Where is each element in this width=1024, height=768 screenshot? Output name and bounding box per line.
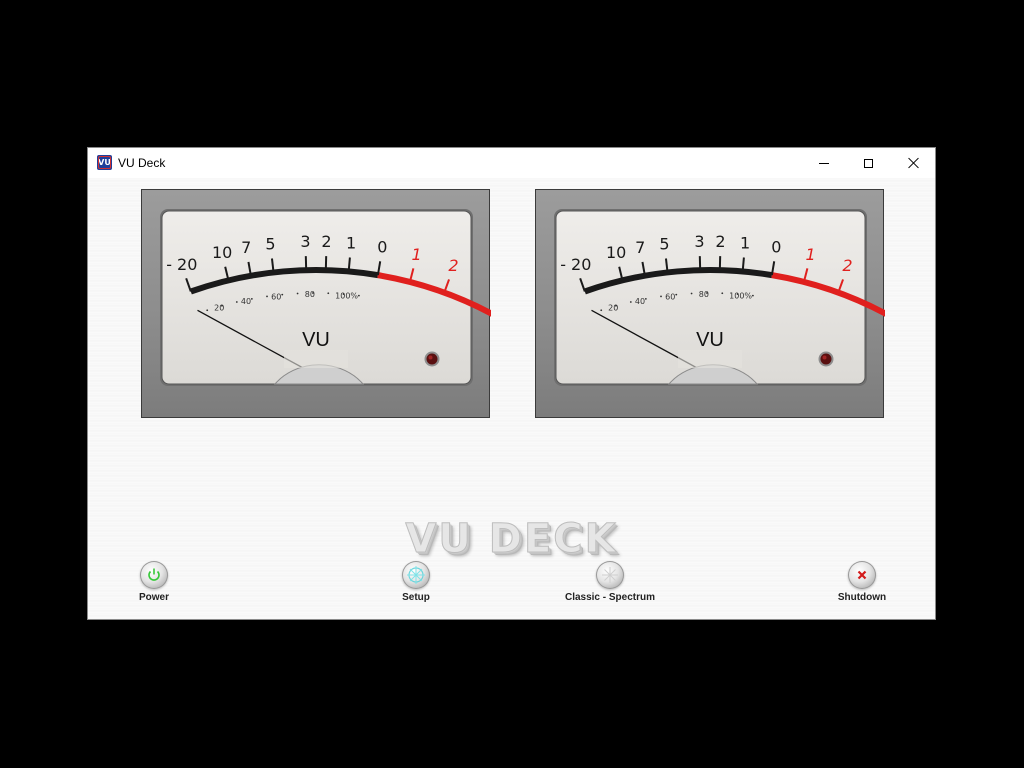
db-scale-label: 10 (606, 243, 626, 262)
db-scale-label: 5 (265, 235, 275, 254)
app-logo: VU DECK (405, 516, 618, 563)
percent-dot (266, 295, 268, 298)
percent-dot (675, 293, 678, 296)
percent-dot (296, 292, 299, 295)
percent-dot (312, 292, 314, 294)
percent-dot (721, 292, 724, 295)
db-scale-label: 10 (212, 243, 232, 262)
db-scale-label: 2 (842, 256, 852, 275)
minimize-icon (818, 162, 829, 164)
classic-spectrum-label: Classic - Spectrum (564, 592, 656, 603)
percent-dot (327, 292, 330, 295)
minimize-button[interactable] (801, 148, 846, 178)
percent-dot (706, 292, 708, 294)
shutdown-label: Shutdown (837, 592, 887, 603)
db-scale-label: 7 (635, 238, 645, 257)
vu-meter-right: - 2010753210123+20406080100%VU (535, 189, 885, 418)
percent-dot (644, 297, 647, 300)
maximize-button[interactable] (846, 148, 891, 178)
power-label: Power (138, 592, 169, 603)
setup-knob[interactable] (402, 561, 430, 589)
percent-scale-label: 80 (699, 290, 709, 299)
percent-dot (629, 301, 632, 303)
vu-meter-left: - 2010753210123+20406080100%VU (141, 189, 491, 418)
client-area: - 2010753210123+20406080100%VU - 2010753… (88, 178, 935, 619)
power-button[interactable]: Power (94, 561, 214, 603)
app-window: VU VU Deck - 2010753210123+20406080100%V… (87, 147, 936, 620)
power-icon (148, 568, 160, 581)
percent-dot (660, 295, 662, 298)
shutdown-knob[interactable] (848, 561, 876, 589)
close-button[interactable] (891, 148, 936, 178)
percent-scale-label: 40 (635, 297, 645, 306)
db-scale-label: 2 (321, 232, 331, 251)
db-scale-label: - 20 (166, 255, 197, 274)
db-scale-label: 3 (694, 232, 704, 251)
db-scale-label: 5 (659, 235, 669, 254)
classic-spectrum-button[interactable]: Classic - Spectrum (550, 561, 670, 603)
spectrum-icon (602, 567, 618, 583)
db-scale-label: 1 (412, 245, 422, 264)
percent-dot (206, 309, 209, 312)
db-scale-label: 7 (241, 238, 251, 257)
db-scale-label: 1 (346, 234, 356, 253)
db-scale-label: 2 (448, 256, 458, 275)
peak-led (424, 351, 440, 367)
percent-scale-label: 20 (214, 304, 224, 313)
classic-spectrum-knob[interactable] (596, 561, 624, 589)
db-scale-label: - 20 (560, 255, 591, 274)
db-scale-label: 0 (377, 238, 387, 257)
percent-dot (357, 294, 360, 297)
setup-button[interactable]: Setup (356, 561, 476, 603)
percent-dot (342, 293, 345, 295)
setup-icon (407, 566, 425, 584)
percent-scale-label: 100% (335, 291, 358, 300)
percent-scale-label: 20 (608, 304, 618, 313)
close-icon (908, 157, 920, 169)
db-scale-label: 0 (771, 238, 781, 257)
percent-dot (221, 304, 223, 307)
scale-tick (347, 257, 351, 272)
power-knob[interactable] (140, 561, 168, 589)
window-title: VU Deck (118, 156, 166, 170)
db-scale-label: 1 (740, 234, 750, 253)
percent-dot (690, 292, 693, 295)
title-bar[interactable]: VU VU Deck (88, 148, 935, 178)
percent-dot (235, 301, 238, 303)
percent-dot (751, 294, 754, 297)
peak-led (818, 351, 834, 367)
vu-meter-graphic: - 2010753210123+20406080100%VU (554, 209, 885, 386)
percent-dot (600, 309, 603, 312)
vu-meter-graphic: - 2010753210123+20406080100%VU (160, 209, 491, 386)
percent-dot (615, 304, 617, 307)
percent-scale-label: 100% (729, 291, 752, 300)
percent-scale-label: 60 (665, 292, 675, 301)
app-icon: VU (97, 155, 112, 170)
percent-dot (281, 293, 284, 296)
vu-label: VU (302, 329, 330, 351)
percent-scale-label: 80 (305, 290, 315, 299)
vu-label: VU (696, 329, 724, 351)
db-scale-label: 1 (806, 245, 816, 264)
setup-label: Setup (402, 592, 430, 603)
percent-dot (736, 293, 739, 295)
percent-scale-label: 60 (271, 292, 281, 301)
percent-dot (250, 297, 253, 300)
db-scale-label: 3 (300, 232, 310, 251)
percent-scale-label: 40 (241, 297, 251, 306)
shutdown-button[interactable]: Shutdown (802, 561, 922, 603)
scale-tick (741, 257, 745, 272)
maximize-icon (864, 158, 873, 168)
db-scale-label: 2 (715, 232, 725, 251)
shutdown-x-icon (857, 570, 867, 580)
